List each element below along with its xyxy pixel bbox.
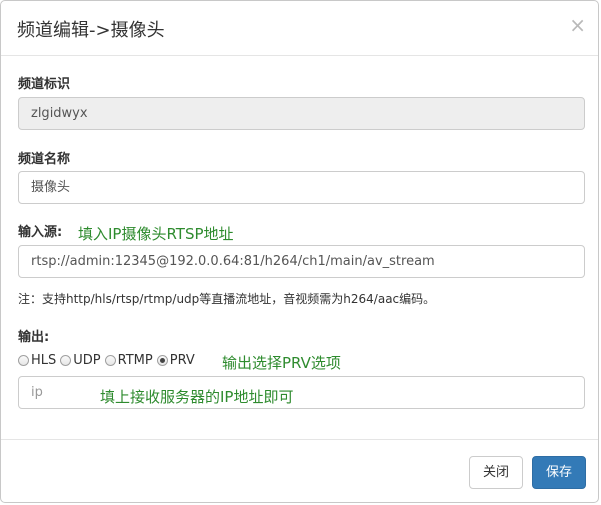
output-annotation: 输出选择PRV选项 [222,354,341,372]
radio-hls-label: HLS [31,352,57,368]
save-button[interactable]: 保存 [532,456,586,489]
radio-udp-label: UDP [73,352,101,368]
radio-udp[interactable]: UDP [60,352,101,368]
radio-rtmp-circle[interactable] [104,354,116,366]
channel-name-label: 频道名称 [18,152,71,167]
close-button[interactable]: 关闭 [469,456,523,489]
input-source-annotation: 填入IP摄像头RTSP地址 [78,225,234,243]
radio-hls[interactable]: HLS [18,353,56,368]
channel-id-label: 频道标识 [18,77,71,92]
dialog-header: 频道编辑->摄像头 × [1,1,598,56]
output-ip-annotation: 填上接收服务器的IP地址即可 [100,388,294,406]
channel-edit-dialog: 频道编辑->摄像头 × 频道标识 zlgidwyx 频道名称 摄像头 输入源: … [0,0,599,503]
channel-name-field[interactable]: 摄像头 [18,171,585,204]
close-icon[interactable]: × [569,13,586,37]
radio-rtmp[interactable]: RTMP [104,352,153,368]
input-source-field[interactable]: rtsp://admin:12345@192.0.0.64:81/h264/ch… [18,245,585,278]
radio-rtmp-label: RTMP [117,352,153,368]
dialog-title: 频道编辑->摄像头 [17,20,165,41]
radio-prv-label: PRV [169,352,195,368]
input-source-label: 输入源: [18,225,63,240]
radio-udp-circle[interactable] [60,354,72,366]
radio-prv-circle[interactable] [156,354,168,366]
output-radio-group: HLS UDP RTMP PRV [18,351,199,369]
format-note: 注：支持http/hls/rtsp/rtmp/udp等直播流地址，音视频需为h2… [18,292,436,306]
output-label: 输出: [18,330,50,345]
channel-id-field[interactable]: zlgidwyx [18,97,585,130]
radio-hls-circle[interactable] [18,354,29,366]
dialog-footer-divider [1,439,598,440]
radio-prv[interactable]: PRV [156,352,195,368]
